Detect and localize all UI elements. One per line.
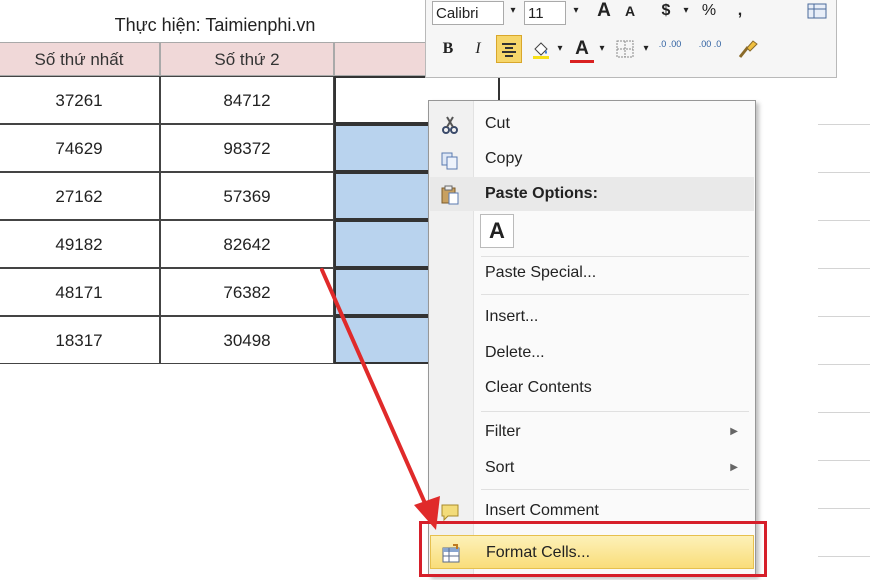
gridline — [818, 172, 870, 173]
comma-button[interactable]: , — [730, 0, 750, 25]
borders-icon[interactable] — [612, 35, 638, 63]
menu-item-label: Cut — [485, 115, 510, 132]
menu-item-label: Copy — [485, 150, 523, 167]
gridline — [818, 556, 870, 557]
borders-dropdown-icon[interactable]: ▾ — [640, 35, 652, 63]
menu-item-filter[interactable]: Filter ▶ — [430, 415, 754, 449]
header-cell-first-number[interactable]: Số thứ nhất — [0, 42, 160, 76]
menu-item-sort[interactable]: Sort ▶ — [430, 451, 754, 485]
fill-color-icon[interactable] — [528, 35, 554, 63]
font-size-box[interactable]: 11 — [524, 1, 566, 25]
context-menu: Cut Copy Paste Options: A Paste Special.… — [428, 100, 756, 576]
menu-item-clear-contents[interactable]: Clear Contents — [430, 371, 754, 405]
currency-dropdown-icon[interactable]: ▾ — [680, 0, 692, 25]
scissors-icon — [440, 114, 460, 134]
menu-item-label: Insert... — [485, 308, 539, 325]
grow-font-button[interactable]: A — [592, 0, 616, 25]
data-cell[interactable]: 74629 — [0, 124, 160, 172]
data-cell[interactable]: 82642 — [160, 220, 334, 268]
format-painter-icon[interactable] — [734, 35, 760, 63]
submenu-arrow-icon: ▶ — [730, 426, 738, 437]
data-cell[interactable]: 49182 — [0, 220, 160, 268]
gridline — [818, 364, 870, 365]
gridline — [818, 268, 870, 269]
menu-item-insert[interactable]: Insert... — [430, 300, 754, 334]
format-cells-highlight-box — [419, 521, 767, 577]
menu-separator — [481, 294, 749, 295]
header-cell-second-number[interactable]: Số thứ 2 — [160, 42, 334, 76]
menu-item-label: Clear Contents — [485, 379, 592, 396]
fill-color-dropdown-icon[interactable]: ▾ — [554, 35, 566, 63]
menu-section-paste-options: Paste Options: — [430, 177, 754, 211]
data-cell[interactable]: 76382 — [160, 268, 334, 316]
menu-item-label: Sort — [485, 459, 515, 476]
menu-item-delete[interactable]: Delete... — [430, 336, 754, 370]
submenu-arrow-icon: ▶ — [730, 462, 738, 473]
menu-section-label: Paste Options: — [485, 185, 598, 202]
copy-icon — [440, 149, 460, 170]
gridline — [818, 460, 870, 461]
menu-separator — [481, 411, 749, 412]
data-cell[interactable]: 37261 — [0, 76, 160, 124]
menu-item-label: Delete... — [485, 344, 545, 361]
data-cell[interactable]: 27162 — [0, 172, 160, 220]
data-cell[interactable]: 98372 — [160, 124, 334, 172]
data-cell[interactable]: 30498 — [160, 316, 334, 364]
percent-button[interactable]: % — [696, 0, 722, 25]
increase-decimal-button[interactable]: .0 .00 — [654, 35, 686, 66]
bold-button[interactable]: B — [436, 35, 460, 63]
format-painter-table-icon[interactable] — [804, 0, 830, 25]
italic-button[interactable]: I — [466, 35, 490, 63]
data-cell[interactable]: 18317 — [0, 316, 160, 364]
data-cell[interactable]: 48171 — [0, 268, 160, 316]
menu-item-cut[interactable]: Cut — [430, 107, 754, 141]
font-color-dropdown-icon[interactable]: ▾ — [596, 35, 608, 63]
paste-icon — [440, 184, 460, 205]
font-name-box[interactable]: Calibri — [432, 1, 504, 25]
comment-icon — [440, 501, 460, 522]
font-color-button[interactable]: A — [570, 35, 594, 63]
decrease-decimal-button[interactable]: .00 .0 — [694, 35, 726, 66]
gridline — [818, 124, 870, 125]
gridline — [818, 412, 870, 413]
align-center-icon[interactable] — [496, 35, 522, 63]
data-cell[interactable]: 57369 — [160, 172, 334, 220]
menu-item-copy[interactable]: Copy — [430, 142, 754, 176]
sheet-title: Thực hiện: Taimienphi.vn — [114, 15, 316, 35]
menu-item-label: Filter — [485, 423, 521, 440]
shrink-font-button[interactable]: A — [618, 0, 642, 25]
currency-button[interactable]: $ — [654, 0, 678, 25]
font-size-dropdown-icon[interactable]: ▾ — [570, 0, 582, 25]
gridline — [818, 220, 870, 221]
menu-item-label: Paste Special... — [485, 264, 597, 281]
menu-separator — [481, 489, 749, 490]
gridline — [818, 316, 870, 317]
menu-item-paste-special[interactable]: Paste Special... — [430, 256, 754, 290]
paste-option-keep-text-button[interactable]: A — [480, 214, 514, 248]
font-name-dropdown-icon[interactable]: ▾ — [507, 0, 519, 25]
data-cell[interactable]: 84712 — [160, 76, 334, 124]
mini-toolbar: Calibri ▾ 11 ▾ A A $ ▾ % , B I ▾ A ▾ ▾ .… — [425, 0, 837, 78]
gridline — [818, 508, 870, 509]
